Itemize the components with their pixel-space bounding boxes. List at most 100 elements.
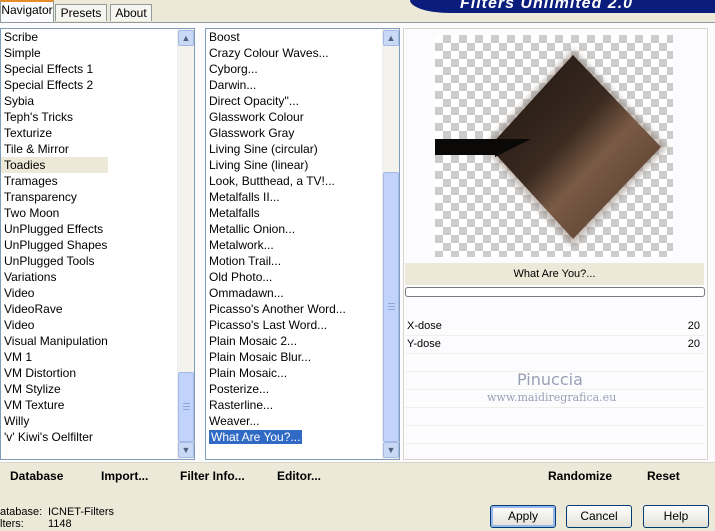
category-item[interactable]: UnPlugged Tools — [1, 253, 108, 269]
editor-button[interactable]: Editor... — [277, 468, 321, 484]
filter-item[interactable]: Metalwork... — [206, 237, 346, 253]
category-item[interactable]: Special Effects 2 — [1, 77, 108, 93]
tab-navigator[interactable]: Navigator — [0, 0, 54, 22]
filter-item[interactable]: Plain Mosaic 2... — [206, 333, 346, 349]
category-item-label: 'v' Kiwi's Oelfilter — [4, 430, 93, 444]
filter-item[interactable]: Picasso's Another Word... — [206, 301, 346, 317]
filter-item[interactable]: Look, Butthead, a TV!... — [206, 173, 346, 189]
filter-item-label: Posterize... — [209, 382, 270, 396]
category-item[interactable]: Video — [1, 317, 108, 333]
filter-item[interactable]: Darwin... — [206, 77, 346, 93]
filter-info-button[interactable]: Filter Info... — [180, 468, 245, 484]
filter-item[interactable]: Plain Mosaic Blur... — [206, 349, 346, 365]
watermark-name: Pinuccia — [517, 370, 583, 389]
status-filters-value: 1148 — [48, 518, 72, 530]
category-item-label: Transparency — [4, 190, 77, 204]
category-item-label: Willy — [4, 414, 30, 428]
help-button[interactable]: Help — [643, 505, 709, 528]
filter-item[interactable]: Ommadawn... — [206, 285, 346, 301]
filter-item[interactable]: Cyborg... — [206, 61, 346, 77]
category-item[interactable]: UnPlugged Shapes — [1, 237, 108, 253]
param-row-y-dose[interactable]: Y-dose 20 — [405, 336, 704, 354]
filter-item[interactable]: Metalfalls II... — [206, 189, 346, 205]
category-item[interactable]: Texturize — [1, 125, 108, 141]
category-item[interactable]: Tile & Mirror — [1, 141, 108, 157]
category-item[interactable]: Willy — [1, 413, 108, 429]
category-item-label: Video — [4, 286, 35, 300]
scroll-down-icon[interactable]: ▼ — [383, 442, 399, 458]
category-item[interactable]: VideoRave — [1, 301, 108, 317]
category-item[interactable]: Transparency — [1, 189, 108, 205]
filter-item[interactable]: Metallic Onion... — [206, 221, 346, 237]
category-item-label: VM 1 — [4, 350, 33, 364]
scroll-thumb[interactable] — [178, 372, 194, 442]
scroll-thumb[interactable] — [383, 172, 399, 442]
filter-item[interactable]: Motion Trail... — [206, 253, 346, 269]
filter-item[interactable]: Living Sine (linear) — [206, 157, 346, 173]
filter-item[interactable]: Metalfalls — [206, 205, 346, 221]
tab-presets[interactable]: Presets — [55, 4, 107, 21]
filter-item-label: Rasterline... — [209, 398, 274, 412]
param-label: Y-dose — [407, 338, 441, 350]
category-item[interactable]: VM Texture — [1, 397, 108, 413]
filter-item[interactable]: Crazy Colour Waves... — [206, 45, 346, 61]
reset-button[interactable]: Reset — [647, 468, 680, 484]
filter-item[interactable]: Posterize... — [206, 381, 346, 397]
category-item[interactable]: Sybia — [1, 93, 108, 109]
param-value[interactable]: 20 — [688, 318, 700, 335]
tab-about[interactable]: About — [110, 4, 152, 21]
status-filters: lters: 1148 — [0, 517, 72, 531]
filter-item[interactable]: Living Sine (circular) — [206, 141, 346, 157]
category-item[interactable]: Variations — [1, 269, 108, 285]
database-button[interactable]: Database — [10, 468, 63, 484]
category-item[interactable]: 'v' Kiwi's Oelfilter — [1, 429, 108, 445]
filter-item[interactable]: What Are You?... — [206, 429, 346, 445]
category-item[interactable]: VM Stylize — [1, 381, 108, 397]
filter-item[interactable]: Boost — [206, 29, 346, 45]
filter-item[interactable]: Weaver... — [206, 413, 346, 429]
filter-item-label: Glasswork Colour — [209, 110, 304, 124]
filter-listbox[interactable]: Boost Crazy Colour Waves... Cyborg... Darwi… — [205, 28, 400, 460]
status-filters-label: lters: — [0, 518, 24, 530]
category-item-label: Tramages — [4, 174, 58, 188]
scroll-up-icon[interactable]: ▲ — [383, 30, 399, 46]
filter-item[interactable]: Plain Mosaic... — [206, 365, 346, 381]
filter-item-label: Metalfalls — [209, 206, 260, 220]
filter-item[interactable]: Picasso's Last Word... — [206, 317, 346, 333]
scroll-down-icon[interactable]: ▼ — [178, 442, 194, 458]
category-item[interactable]: Simple — [1, 45, 108, 61]
param-row-empty — [405, 408, 704, 426]
category-item[interactable]: Video — [1, 285, 108, 301]
param-value[interactable]: 20 — [688, 336, 700, 353]
category-item[interactable]: Two Moon — [1, 205, 108, 221]
filter-scrollbar[interactable]: ▲ ▼ — [382, 29, 399, 459]
category-scrollbar[interactable]: ▲ ▼ — [177, 29, 194, 459]
category-item[interactable]: Toadies — [1, 157, 108, 173]
import-button[interactable]: Import... — [101, 468, 148, 484]
category-item-label: Teph's Tricks — [4, 110, 73, 124]
category-item[interactable]: Tramages — [1, 173, 108, 189]
scroll-up-icon[interactable]: ▲ — [178, 30, 194, 46]
category-item[interactable]: UnPlugged Effects — [1, 221, 108, 237]
category-item[interactable]: Special Effects 1 — [1, 61, 108, 77]
filter-item[interactable]: Direct Opacity''... — [206, 93, 346, 109]
filter-item[interactable]: Glasswork Colour — [206, 109, 346, 125]
category-item[interactable]: Scribe — [1, 29, 108, 45]
randomize-button[interactable]: Randomize — [548, 468, 612, 484]
category-listbox[interactable]: Scribe Simple Special Effects 1 Special Eff… — [0, 28, 195, 460]
category-item[interactable]: Teph's Tricks — [1, 109, 108, 125]
filter-item[interactable]: Rasterline... — [206, 397, 346, 413]
apply-button[interactable]: Apply — [490, 505, 556, 528]
category-item-label: Video — [4, 318, 35, 332]
cancel-button[interactable]: Cancel — [566, 505, 632, 528]
filter-item-label: Weaver... — [209, 414, 260, 428]
category-item[interactable]: VM Distortion — [1, 365, 108, 381]
category-item-label: Sybia — [4, 94, 35, 108]
filter-item-label: Plain Mosaic... — [209, 366, 288, 380]
param-row-x-dose[interactable]: X-dose 20 — [405, 318, 704, 336]
filter-item[interactable]: Glasswork Gray — [206, 125, 346, 141]
category-item[interactable]: VM 1 — [1, 349, 108, 365]
category-item-label: UnPlugged Effects — [4, 222, 104, 236]
filter-item[interactable]: Old Photo... — [206, 269, 346, 285]
category-item[interactable]: Visual Manipulation — [1, 333, 108, 349]
